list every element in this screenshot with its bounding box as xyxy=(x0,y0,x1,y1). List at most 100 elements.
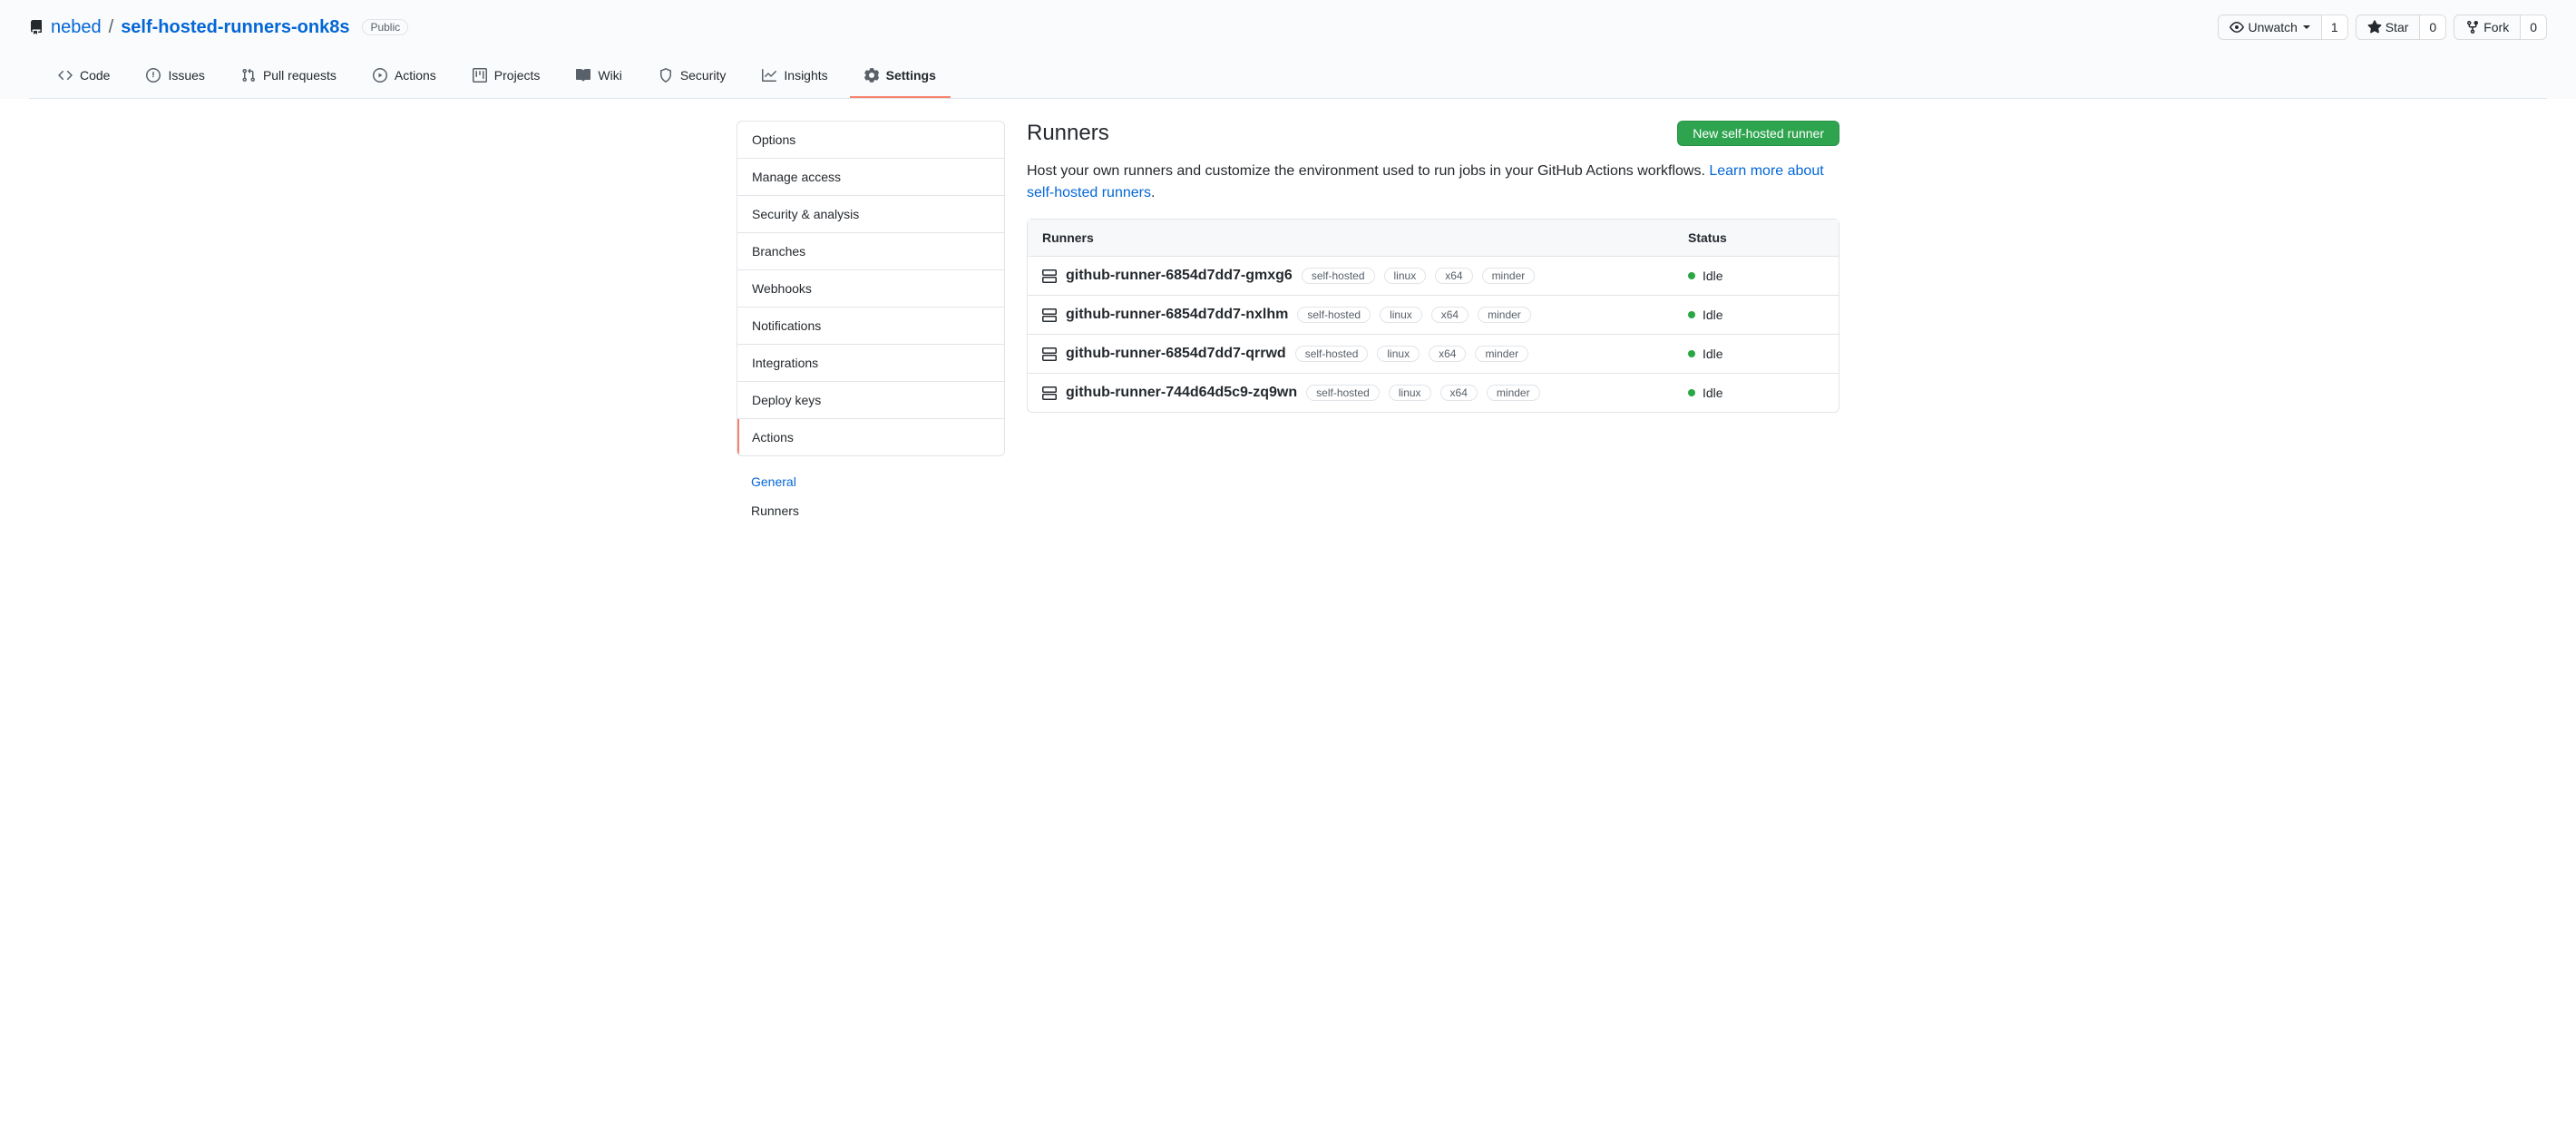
runner-label: linux xyxy=(1377,346,1420,362)
settings-sidebar-sub: General Runners xyxy=(737,467,1005,525)
tab-projects-label: Projects xyxy=(494,62,541,89)
tab-actions-label: Actions xyxy=(395,62,436,89)
status-dot-icon xyxy=(1688,350,1695,357)
shield-icon xyxy=(659,68,673,83)
tab-actions[interactable]: Actions xyxy=(358,54,451,98)
sidebar-item-actions[interactable]: Actions xyxy=(737,419,1004,455)
project-icon xyxy=(473,68,487,83)
tab-security[interactable]: Security xyxy=(644,54,741,98)
graph-icon xyxy=(762,68,776,83)
description-text: Host your own runners and customize the … xyxy=(1027,163,1709,179)
table-header-status: Status xyxy=(1688,230,1824,245)
tab-settings-label: Settings xyxy=(886,62,936,89)
status-dot-icon xyxy=(1688,311,1695,318)
page-title: Runners xyxy=(1027,121,1109,146)
runner-label: minder xyxy=(1482,268,1536,284)
runner-label: linux xyxy=(1384,268,1427,284)
unwatch-label: Unwatch xyxy=(2248,20,2297,34)
runner-label: minder xyxy=(1478,307,1531,323)
table-row: github-runner-6854d7dd7-gmxg6 self-hosted… xyxy=(1028,257,1839,296)
runner-label: minder xyxy=(1475,346,1528,362)
table-row: github-runner-744d64d5c9-zq9wn self-hoste… xyxy=(1028,374,1839,412)
tab-code[interactable]: Code xyxy=(44,54,124,98)
fork-count[interactable]: 0 xyxy=(2521,15,2547,40)
status-dot-icon xyxy=(1688,272,1695,279)
runner-label: x64 xyxy=(1435,268,1472,284)
sidebar-sub-runners[interactable]: Runners xyxy=(737,496,1005,525)
runner-label: x64 xyxy=(1429,346,1466,362)
sidebar-item-security-analysis[interactable]: Security & analysis xyxy=(737,196,1004,232)
sidebar-item-branches[interactable]: Branches xyxy=(737,233,1004,269)
tab-code-label: Code xyxy=(80,62,110,89)
runner-label: self-hosted xyxy=(1306,385,1380,401)
tab-issues-label: Issues xyxy=(168,62,204,89)
fork-icon xyxy=(2465,20,2480,34)
server-icon xyxy=(1042,269,1057,283)
star-count[interactable]: 0 xyxy=(2420,15,2446,40)
sidebar-item-deploy-keys[interactable]: Deploy keys xyxy=(737,382,1004,418)
runner-label: x64 xyxy=(1440,385,1478,401)
runner-label: self-hosted xyxy=(1302,268,1375,284)
server-icon xyxy=(1042,308,1057,322)
eye-icon xyxy=(2230,20,2244,34)
runners-table: Runners Status github-runner-6854d7dd7-g… xyxy=(1027,219,1839,413)
sidebar-item-notifications[interactable]: Notifications xyxy=(737,308,1004,344)
watchers-count[interactable]: 1 xyxy=(2322,15,2348,40)
code-icon xyxy=(58,68,73,83)
tab-wiki[interactable]: Wiki xyxy=(561,54,636,98)
book-icon xyxy=(576,68,590,83)
table-header-runners: Runners xyxy=(1042,230,1688,245)
runner-label: self-hosted xyxy=(1297,307,1371,323)
tab-pulls-label: Pull requests xyxy=(263,62,337,89)
server-icon xyxy=(1042,347,1057,361)
issue-icon xyxy=(146,68,161,83)
new-runner-button[interactable]: New self-hosted runner xyxy=(1677,121,1839,146)
star-button[interactable]: Star xyxy=(2356,15,2421,40)
runner-label: x64 xyxy=(1431,307,1469,323)
runner-name[interactable]: github-runner-6854d7dd7-gmxg6 xyxy=(1066,268,1293,284)
sidebar-item-integrations[interactable]: Integrations xyxy=(737,345,1004,381)
sidebar-item-webhooks[interactable]: Webhooks xyxy=(737,270,1004,307)
page-description: Host your own runners and customize the … xyxy=(1027,161,1839,204)
tab-pulls[interactable]: Pull requests xyxy=(227,54,351,98)
tab-security-label: Security xyxy=(680,62,727,89)
runner-label: minder xyxy=(1487,385,1540,401)
caret-down-icon xyxy=(2303,25,2310,29)
table-row: github-runner-6854d7dd7-nxlhm self-hosted… xyxy=(1028,296,1839,335)
unwatch-button[interactable]: Unwatch xyxy=(2218,15,2321,40)
fork-label: Fork xyxy=(2483,20,2509,34)
star-label: Star xyxy=(2386,20,2409,34)
visibility-badge: Public xyxy=(362,19,408,35)
runner-status: Idle xyxy=(1703,269,1723,283)
repo-breadcrumb: nebed / self-hosted-runners-onk8s Public xyxy=(29,17,408,38)
server-icon xyxy=(1042,386,1057,400)
repo-nav: Code Issues Pull requests Actions Projec… xyxy=(29,54,2547,99)
sidebar-item-options[interactable]: Options xyxy=(737,122,1004,158)
tab-issues[interactable]: Issues xyxy=(132,54,219,98)
status-dot-icon xyxy=(1688,389,1695,396)
tab-projects[interactable]: Projects xyxy=(458,54,555,98)
runner-name[interactable]: github-runner-744d64d5c9-zq9wn xyxy=(1066,385,1297,401)
repo-name-link[interactable]: self-hosted-runners-onk8s xyxy=(121,17,349,38)
runner-name[interactable]: github-runner-6854d7dd7-qrrwd xyxy=(1066,346,1286,362)
runner-label: linux xyxy=(1380,307,1422,323)
pull-request-icon xyxy=(241,68,256,83)
runner-status: Idle xyxy=(1703,347,1723,361)
sidebar-sub-general[interactable]: General xyxy=(737,467,1005,496)
repo-owner-link[interactable]: nebed xyxy=(51,17,102,38)
tab-insights[interactable]: Insights xyxy=(747,54,842,98)
tab-settings[interactable]: Settings xyxy=(850,54,951,98)
sidebar-item-manage-access[interactable]: Manage access xyxy=(737,159,1004,195)
gear-icon xyxy=(864,68,879,83)
description-period: . xyxy=(1151,185,1155,200)
repo-icon xyxy=(29,20,44,34)
tab-insights-label: Insights xyxy=(784,62,827,89)
runner-status: Idle xyxy=(1703,386,1723,400)
breadcrumb-separator: / xyxy=(109,17,114,38)
star-icon xyxy=(2367,20,2382,34)
runner-name[interactable]: github-runner-6854d7dd7-nxlhm xyxy=(1066,307,1288,323)
runner-status: Idle xyxy=(1703,308,1723,322)
tab-wiki-label: Wiki xyxy=(598,62,621,89)
fork-button[interactable]: Fork xyxy=(2454,15,2521,40)
runner-label: linux xyxy=(1389,385,1431,401)
